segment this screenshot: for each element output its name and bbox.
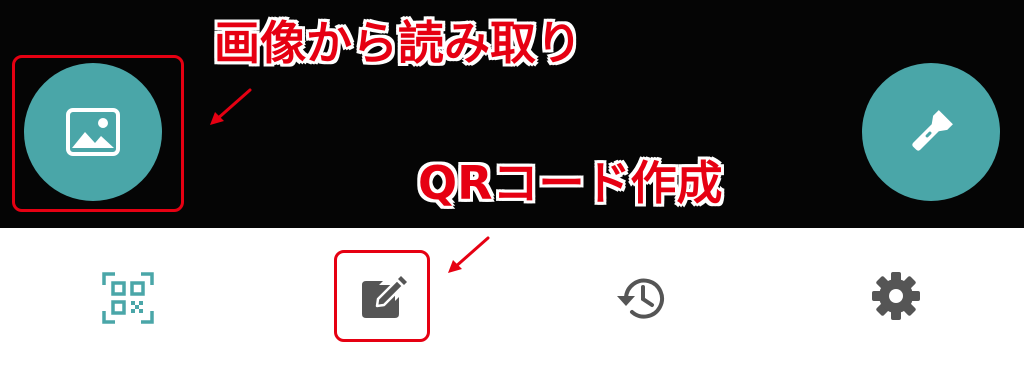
flashlight-button[interactable] xyxy=(862,63,1000,201)
nav-item-settings[interactable] xyxy=(866,266,926,326)
flashlight-icon xyxy=(912,110,953,151)
create-pointer-arrow xyxy=(448,236,490,273)
gear-icon xyxy=(872,272,920,320)
nav-item-history[interactable] xyxy=(610,268,670,328)
history-icon xyxy=(617,278,664,319)
gallery-highlight-box xyxy=(12,55,184,212)
create-qr-caption: QRコード作成 xyxy=(418,156,723,210)
qr-scan-icon xyxy=(102,272,154,324)
read-from-image-caption: 画像から読み取り xyxy=(214,16,582,70)
bottom-navigation xyxy=(0,228,1024,366)
nav-item-scan[interactable] xyxy=(98,268,158,328)
create-qr-highlight-box xyxy=(334,250,430,342)
gallery-pointer-arrow xyxy=(210,88,252,125)
